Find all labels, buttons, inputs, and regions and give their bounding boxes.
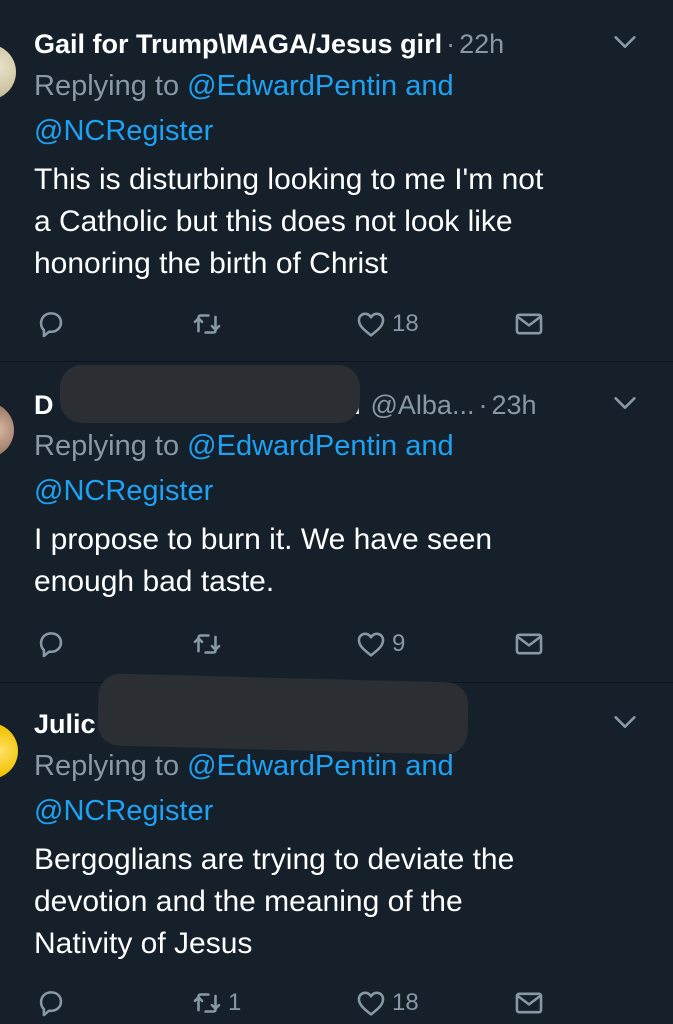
tweet-actions: 18 [34, 304, 554, 344]
direct-message-button[interactable] [512, 624, 546, 664]
separator-dot: · [446, 28, 456, 59]
heart-icon [357, 991, 385, 1016]
replying-to-label: Replying to [34, 430, 188, 462]
tweet-text-line: Bergoglians are trying to deviate the [34, 843, 515, 876]
tweet-text-line: Nativity of Jesus [34, 927, 253, 960]
direct-message-button[interactable] [512, 304, 546, 344]
mention-link[interactable]: @NCRegister [34, 475, 213, 507]
reply-icon [39, 991, 63, 1017]
heart-icon [357, 632, 385, 657]
mention-link[interactable]: @EdwardPentin and [187, 70, 453, 102]
tweet[interactable]: Julic l Replying to @EdwardPentin and @N… [0, 673, 673, 1024]
display-name[interactable]: D [34, 390, 54, 421]
mention-link[interactable]: @EdwardPentin and [187, 750, 453, 782]
avatar[interactable] [0, 723, 18, 779]
reply-button[interactable] [34, 624, 68, 664]
retweet-icon [193, 634, 221, 654]
redaction-overlay [60, 365, 360, 423]
retweet-button[interactable]: 1 [190, 983, 241, 1023]
avatar[interactable] [0, 44, 16, 100]
display-name[interactable]: Gail for Trump\MAGA/Jesus girl [34, 29, 442, 60]
like-count: 18 [392, 310, 419, 337]
heart-icon [357, 312, 385, 337]
tweet-text-line: a Catholic but this does not look like [34, 205, 513, 238]
retweet-button[interactable] [190, 304, 224, 344]
timestamp[interactable]: 22h [459, 29, 504, 60]
mention-link[interactable]: @NCRegister [34, 795, 213, 827]
mention-link[interactable]: @NCRegister [34, 115, 213, 147]
direct-message-button[interactable] [512, 983, 546, 1023]
like-count: 9 [392, 630, 406, 657]
replying-to: Replying to @EdwardPentin and @NCRegiste… [34, 64, 653, 154]
reply-icon [39, 632, 63, 658]
replying-to-label: Replying to [34, 750, 188, 782]
envelope-icon [515, 992, 543, 1014]
retweet-icon [193, 314, 221, 334]
chevron-down-icon[interactable] [611, 708, 639, 736]
tweet[interactable]: Gail for Trump\MAGA/Jesus girl · 22h Rep… [0, 0, 673, 362]
tweet-actions: 9 [34, 624, 554, 664]
tweet-text-line: enough bad taste. [34, 565, 275, 598]
avatar[interactable] [0, 402, 14, 458]
tweet-actions: 1 18 [34, 983, 554, 1023]
replying-to: Replying to @EdwardPentin and @NCRegiste… [34, 424, 653, 514]
envelope-icon [515, 313, 543, 335]
reply-button[interactable] [34, 304, 68, 344]
user-handle[interactable]: @Alba... [371, 390, 475, 421]
tweet[interactable]: D in @Alba... · 23h Replying to @EdwardP… [0, 362, 673, 683]
tweet-text: Bergoglians are trying to deviate the de… [34, 839, 643, 965]
tweet-text-line: honoring the birth of Christ [34, 247, 388, 280]
retweet-button[interactable] [190, 624, 224, 664]
chevron-down-icon[interactable] [611, 28, 639, 56]
replying-to: Replying to @EdwardPentin and @NCRegiste… [34, 744, 653, 834]
like-button[interactable]: 18 [354, 304, 419, 344]
redaction-overlay [97, 673, 469, 755]
tweet-header: Gail for Trump\MAGA/Jesus girl · 22h [34, 22, 639, 66]
chevron-down-icon[interactable] [611, 389, 639, 417]
like-button[interactable]: 18 [354, 983, 419, 1023]
tweet-text-line: devotion and the meaning of the [34, 885, 463, 918]
separator-dot: · [478, 389, 488, 420]
reply-button[interactable] [34, 983, 68, 1023]
retweet-icon [193, 993, 221, 1013]
display-name[interactable]: Julic [34, 709, 96, 740]
tweet-text: I propose to burn it. We have seen enoug… [34, 519, 643, 603]
tweet-text-line: This is disturbing looking to me I'm not [34, 163, 544, 196]
like-count: 18 [392, 989, 419, 1016]
tweet-text-line: I propose to burn it. We have seen [34, 523, 493, 556]
mention-link[interactable]: @EdwardPentin and [187, 430, 453, 462]
retweet-count: 1 [228, 989, 242, 1016]
reply-icon [39, 312, 63, 338]
replying-to-label: Replying to [34, 70, 188, 102]
timestamp[interactable]: 23h [491, 390, 536, 421]
tweet-text: This is disturbing looking to me I'm not… [34, 159, 643, 285]
envelope-icon [515, 633, 543, 655]
like-button[interactable]: 9 [354, 624, 405, 664]
tweet-feed: Gail for Trump\MAGA/Jesus girl · 22h Rep… [0, 0, 673, 1024]
